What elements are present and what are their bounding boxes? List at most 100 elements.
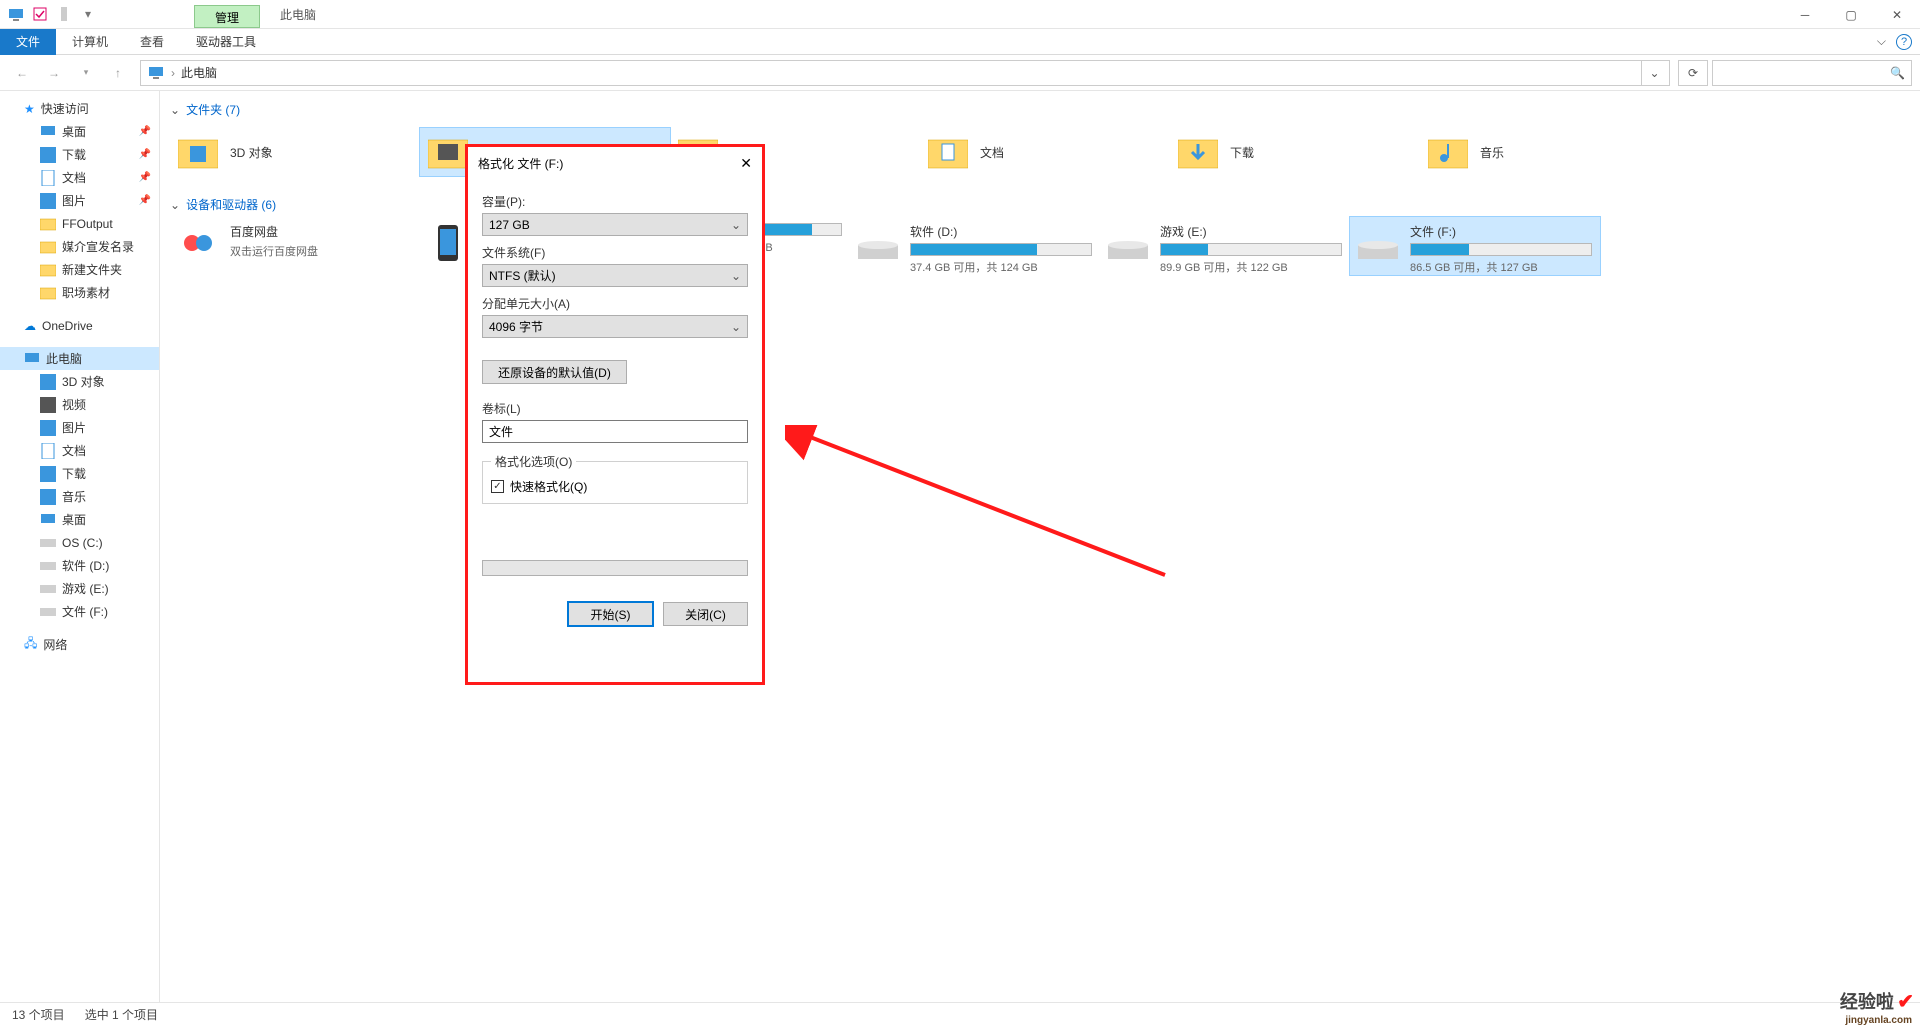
- pin-icon: 📌: [139, 149, 151, 160]
- tree-ffoutput[interactable]: FFOutput: [0, 212, 159, 235]
- drive-software-d[interactable]: 软件 (D:)37.4 GB 可用，共 124 GB: [850, 217, 1100, 275]
- drive-baidu[interactable]: 百度网盘双击运行百度网盘: [170, 217, 420, 275]
- tree-this-pc[interactable]: 此电脑: [0, 347, 159, 370]
- tree-onedrive[interactable]: ☁OneDrive: [0, 314, 159, 337]
- close-button[interactable]: ✕: [1874, 0, 1920, 29]
- drive-icon: [40, 604, 56, 620]
- search-icon[interactable]: 🔍: [1890, 66, 1905, 80]
- download-icon: [40, 147, 56, 163]
- folder-music[interactable]: 音乐: [1420, 128, 1670, 176]
- group-folders-header[interactable]: ⌄文件夹 (7): [170, 97, 1910, 122]
- back-button[interactable]: ←: [8, 59, 36, 87]
- tree-pictures2[interactable]: 图片: [0, 416, 159, 439]
- filesystem-label: 文件系统(F): [482, 244, 748, 261]
- tree-downloads2[interactable]: 下载: [0, 462, 159, 485]
- up-button[interactable]: ↑: [104, 59, 132, 87]
- dialog-body: 容量(P): 127 GB⌄ 文件系统(F) NTFS (默认)⌄ 分配单元大小…: [468, 179, 762, 632]
- volume-label-input[interactable]: [482, 420, 748, 443]
- tree-work-material[interactable]: 职场素材: [0, 281, 159, 304]
- dialog-buttons: 开始(S) 关闭(C): [482, 602, 748, 626]
- refresh-button[interactable]: ⟳: [1678, 60, 1708, 86]
- tree-label: 文档: [62, 169, 86, 186]
- forward-button[interactable]: →: [40, 59, 68, 87]
- capacity-bar: [1160, 243, 1342, 256]
- tree-label: 3D 对象: [62, 373, 105, 390]
- tab-computer[interactable]: 计算机: [56, 29, 124, 55]
- expand-ribbon-icon[interactable]: ⌵: [1877, 34, 1886, 49]
- allocation-select[interactable]: 4096 字节⌄: [482, 315, 748, 338]
- tree-videos[interactable]: 视频: [0, 393, 159, 416]
- recent-locations-icon[interactable]: ▾: [72, 59, 100, 87]
- quick-format-checkbox[interactable]: ✓: [491, 480, 504, 493]
- tree-label: 下载: [62, 465, 86, 482]
- capacity-select[interactable]: 127 GB⌄: [482, 213, 748, 236]
- tree-new-folder[interactable]: 新建文件夹: [0, 258, 159, 281]
- tree-files-f[interactable]: 文件 (F:): [0, 600, 159, 623]
- pc-icon: [147, 63, 167, 83]
- tab-drive-tools[interactable]: 驱动器工具: [180, 29, 272, 55]
- filesystem-select[interactable]: NTFS (默认)⌄: [482, 264, 748, 287]
- drive-label: 百度网盘: [230, 223, 412, 240]
- fieldset-legend: 格式化选项(O): [491, 453, 576, 470]
- tree-software-d[interactable]: 软件 (D:): [0, 554, 159, 577]
- tree-downloads[interactable]: 下载📌: [0, 143, 159, 166]
- address-dropdown-icon[interactable]: ⌄: [1641, 60, 1667, 86]
- tree-music[interactable]: 音乐: [0, 485, 159, 508]
- tree-documents[interactable]: 文档 📌: [0, 166, 159, 189]
- main-area: ★快速访问 桌面📌 下载📌 文档📌 图片📌 FFOutput 媒介宣发名录 新建…: [0, 91, 1920, 1002]
- tree-label: 新建文件夹: [62, 261, 122, 278]
- minimize-button[interactable]: ─: [1782, 0, 1828, 29]
- dialog-titlebar[interactable]: 格式化 文件 (F:) ✕: [468, 147, 762, 179]
- folder-documents[interactable]: 文档: [920, 128, 1170, 176]
- tree-desktop2[interactable]: 桌面: [0, 508, 159, 531]
- tree-media-list[interactable]: 媒介宣发名录: [0, 235, 159, 258]
- tree-os-c[interactable]: OS (C:): [0, 531, 159, 554]
- drive-files-f[interactable]: 文件 (F:)86.5 GB 可用，共 127 GB: [1350, 217, 1600, 275]
- window-controls: ─ ▢ ✕: [1782, 0, 1920, 28]
- tree-label: 图片: [62, 419, 86, 436]
- drive-games-e[interactable]: 游戏 (E:)89.9 GB 可用，共 122 GB: [1100, 217, 1350, 275]
- folder-downloads[interactable]: 下载: [1170, 128, 1420, 176]
- tree-label: 桌面: [62, 511, 86, 528]
- chevron-down-icon[interactable]: ▾: [79, 5, 97, 23]
- download-icon: [40, 466, 56, 482]
- folder-icon: [40, 262, 56, 278]
- tree-network[interactable]: 🖧网络: [0, 633, 159, 656]
- status-selection-count: 选中 1 个项目: [85, 1006, 158, 1023]
- tab-view[interactable]: 查看: [124, 29, 180, 55]
- help-icon[interactable]: ?: [1896, 34, 1912, 50]
- group-devices-header[interactable]: ⌄设备和驱动器 (6): [170, 192, 1910, 217]
- search-box[interactable]: 🔍: [1712, 60, 1912, 86]
- drive-subtext: 双击运行百度网盘: [230, 243, 412, 259]
- address-bar[interactable]: › 此电脑 ⌄: [140, 60, 1670, 86]
- window-title: 此电脑: [260, 0, 336, 28]
- tree-pictures[interactable]: 图片📌: [0, 189, 159, 212]
- maximize-button[interactable]: ▢: [1828, 0, 1874, 29]
- checkbox-icon[interactable]: [31, 5, 49, 23]
- tree-documents2[interactable]: 文档: [0, 439, 159, 462]
- pin-icon: 📌: [139, 172, 151, 183]
- chevron-down-icon: ⌄: [731, 320, 741, 334]
- tree-label: 音乐: [62, 488, 86, 505]
- tree-desktop[interactable]: 桌面📌: [0, 120, 159, 143]
- drive-icon: [1108, 223, 1148, 263]
- tree-3d-objects[interactable]: 3D 对象: [0, 370, 159, 393]
- address-text[interactable]: 此电脑: [175, 64, 1641, 81]
- quick-format-row[interactable]: ✓ 快速格式化(Q): [491, 478, 739, 495]
- folder-3d-objects[interactable]: 3D 对象: [170, 128, 420, 176]
- qat-separator-icon: [55, 5, 73, 23]
- pc-icon: [7, 5, 25, 23]
- close-dialog-button[interactable]: 关闭(C): [663, 602, 748, 626]
- drive-icon: [40, 558, 56, 574]
- drive-info-text: 37.4 GB 可用，共 124 GB: [910, 259, 1092, 275]
- tree-games-e[interactable]: 游戏 (E:): [0, 577, 159, 600]
- status-item-count: 13 个项目: [12, 1006, 65, 1023]
- search-input[interactable]: [1719, 66, 1890, 80]
- pin-icon: 📌: [139, 126, 151, 137]
- start-button[interactable]: 开始(S): [568, 602, 653, 626]
- tab-file[interactable]: 文件: [0, 29, 56, 55]
- restore-defaults-button[interactable]: 还原设备的默认值(D): [482, 360, 627, 384]
- tree-quick-access[interactable]: ★快速访问: [0, 97, 159, 120]
- close-icon[interactable]: ✕: [740, 155, 752, 172]
- folder-icon: [40, 239, 56, 255]
